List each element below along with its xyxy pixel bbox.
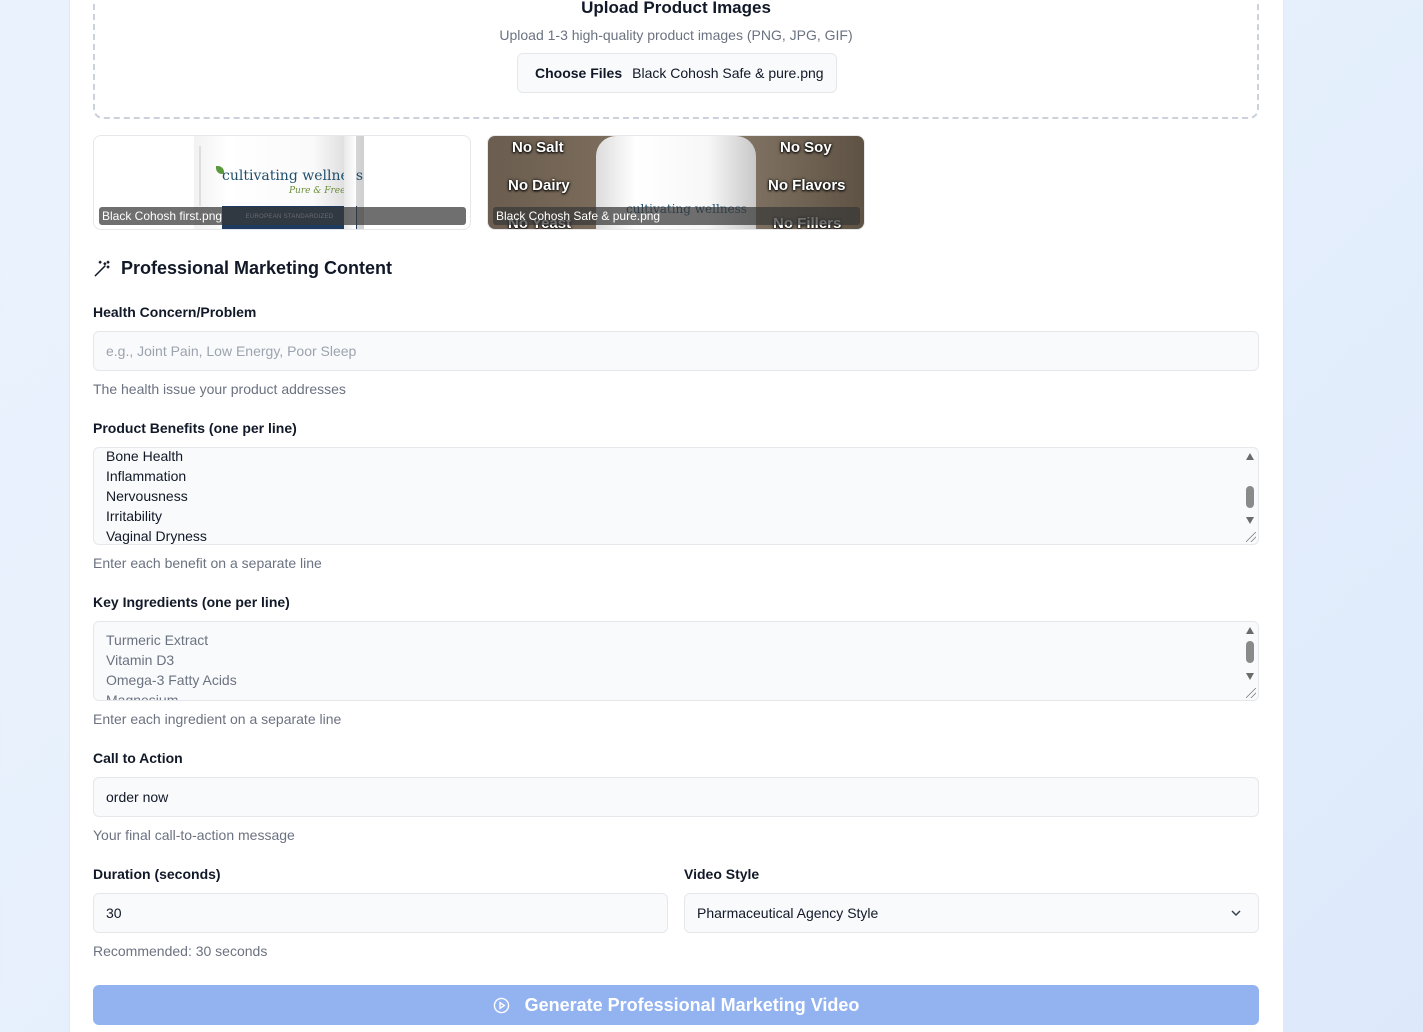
scroll-up-arrow-icon[interactable]	[1246, 627, 1254, 634]
video-style-select[interactable]: Pharmaceutical Agency Style	[684, 893, 1259, 933]
benefit-line: Inflammation	[106, 468, 187, 484]
scrollbar-thumb[interactable]	[1246, 641, 1254, 663]
image-thumbnail[interactable]: cultivating wellness No Salt No Soy No D…	[487, 135, 865, 230]
magic-wand-icon	[94, 260, 110, 277]
duration-value: 30	[106, 905, 122, 921]
resize-handle-icon[interactable]	[1246, 688, 1256, 698]
cta-help: Your final call-to-action message	[93, 827, 295, 843]
benefits-textarea[interactable]: Bone Health Inflammation Nervousness Irr…	[93, 447, 1259, 545]
health-concern-placeholder: e.g., Joint Pain, Low Energy, Poor Sleep	[106, 343, 357, 359]
cta-label: Call to Action	[93, 750, 183, 766]
thumbnail-caption: Black Cohosh first.png	[99, 207, 466, 225]
overlay-text: No Dairy	[508, 177, 570, 194]
thumbnail-caption: Black Cohosh Safe & pure.png	[493, 207, 860, 225]
chevron-down-icon	[1231, 910, 1241, 917]
file-input[interactable]: Choose Files Black Cohosh Safe & pure.pn…	[517, 53, 837, 93]
section-heading: Professional Marketing Content	[93, 258, 392, 279]
overlay-text: No Soy	[780, 139, 832, 156]
duration-help: Recommended: 30 seconds	[93, 943, 268, 959]
upload-title: Upload Product Images	[581, 0, 771, 17]
benefits-label: Product Benefits (one per line)	[93, 420, 297, 436]
benefit-line: Irritability	[106, 508, 163, 524]
image-upload-dropzone[interactable]: Upload Product Images Upload 1-3 high-qu…	[93, 0, 1259, 119]
image-thumbnail[interactable]: cultivating wellness Pure & Free EUROPEA…	[93, 135, 471, 230]
ingredient-placeholder-line: Omega-3 Fatty Acids	[106, 672, 237, 688]
ingredient-placeholder-line: Vitamin D3	[106, 652, 175, 668]
benefits-help: Enter each benefit on a separate line	[93, 555, 322, 571]
scroll-down-arrow-icon[interactable]	[1246, 517, 1254, 524]
video-style-label: Video Style	[684, 866, 760, 882]
health-concern-label: Health Concern/Problem	[93, 304, 257, 320]
health-concern-help: The health issue your product addresses	[93, 381, 346, 397]
overlay-text: No Salt	[512, 139, 564, 156]
ingredient-placeholder-line: Magnesium	[106, 692, 179, 701]
duration-input[interactable]: 30	[93, 893, 668, 933]
video-style-selected: Pharmaceutical Agency Style	[697, 905, 879, 921]
generate-button-label: Generate Professional Marketing Video	[524, 994, 860, 1015]
section-title: Professional Marketing Content	[121, 258, 393, 278]
play-circle-icon	[493, 997, 509, 1013]
ingredients-label: Key Ingredients (one per line)	[93, 594, 290, 610]
scroll-down-arrow-icon[interactable]	[1246, 673, 1254, 680]
benefit-line: Nervousness	[106, 488, 188, 504]
cta-input[interactable]: order now	[93, 777, 1259, 817]
ingredients-help: Enter each ingredient on a separate line	[93, 711, 342, 727]
benefits-scrollbar[interactable]	[1242, 448, 1258, 544]
resize-handle-icon[interactable]	[1246, 532, 1256, 542]
choose-files-button[interactable]: Choose Files	[535, 65, 622, 81]
scroll-up-arrow-icon[interactable]	[1246, 453, 1254, 460]
duration-label: Duration (seconds)	[93, 866, 221, 882]
scrollbar-thumb[interactable]	[1246, 486, 1254, 508]
health-concern-input[interactable]: e.g., Joint Pain, Low Energy, Poor Sleep	[93, 331, 1259, 371]
generate-video-button[interactable]: Generate Professional Marketing Video	[93, 985, 1259, 1025]
overlay-text: No Flavors	[768, 177, 846, 194]
benefit-line: Bone Health	[106, 448, 184, 464]
benefit-line: Vaginal Dryness	[106, 528, 207, 544]
chosen-file-name: Black Cohosh Safe & pure.png	[632, 65, 824, 81]
cta-value: order now	[106, 789, 169, 805]
upload-hint: Upload 1-3 high-quality product images (…	[499, 27, 853, 43]
ingredients-textarea[interactable]: Turmeric Extract Vitamin D3 Omega-3 Fatt…	[93, 621, 1259, 701]
ingredient-placeholder-line: Turmeric Extract	[106, 632, 209, 648]
bottle-brand-text: cultivating wellness	[222, 168, 364, 184]
bottle-script-text: Pure & Free	[289, 186, 346, 196]
